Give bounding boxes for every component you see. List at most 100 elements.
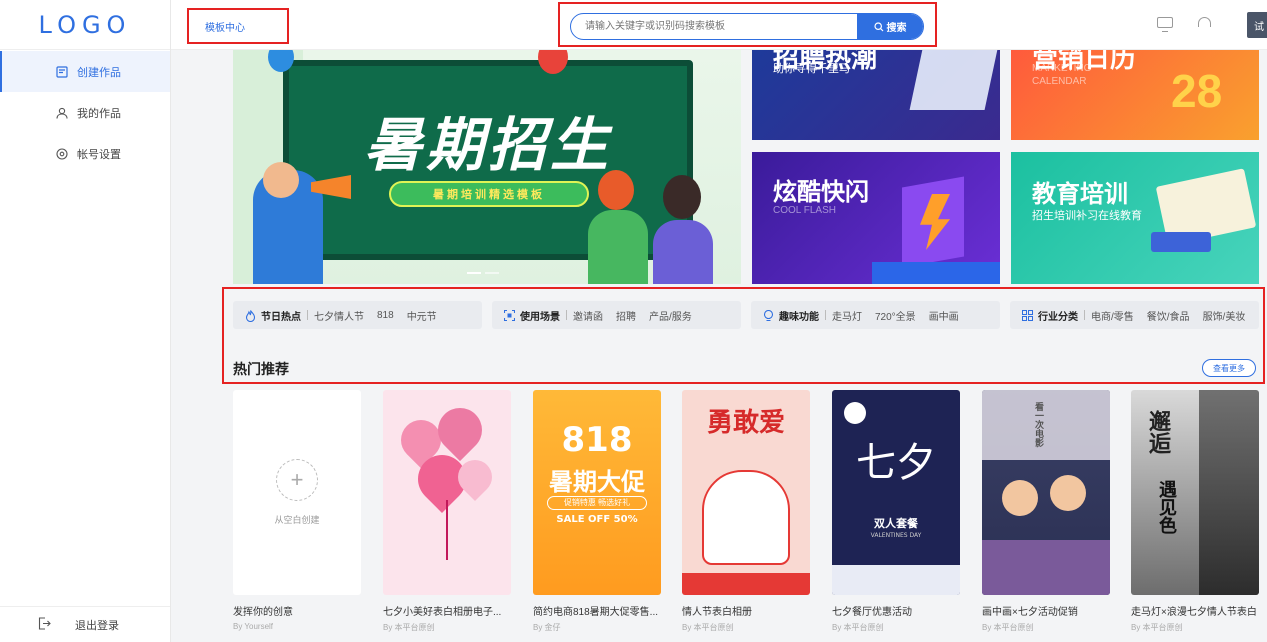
book-stack-icon: [1151, 232, 1211, 252]
trial-label: 试: [1254, 21, 1264, 33]
category-scene[interactable]: 使用场景 邀请函 招聘 产品/服务: [492, 301, 741, 329]
view-more-button[interactable]: 查看更多: [1202, 359, 1256, 377]
logout-button[interactable]: 退出登录: [0, 606, 170, 642]
card-title: 走马灯×浪漫七夕情人节表白: [1131, 607, 1257, 618]
sidebar-item-my-works[interactable]: 我的作品: [0, 92, 170, 133]
thumb-footer: [832, 565, 960, 595]
logo[interactable]: LOGO: [0, 0, 170, 50]
template-card[interactable]: 七夕小美好表白相册电子... By 本平台原创: [383, 390, 511, 633]
category-tag[interactable]: 画中画: [929, 308, 959, 323]
banner-marketing-calendar[interactable]: 营销日历 MARKETING CALENDAR 28: [1011, 50, 1259, 140]
search-icon: [873, 21, 883, 31]
template-thumb[interactable]: 看一次电影: [982, 390, 1110, 595]
floor-decoration: [872, 262, 1000, 284]
card-author: By Yourself: [233, 622, 274, 631]
trial-button[interactable]: 试: [1247, 12, 1267, 38]
search-area: 搜索: [558, 2, 937, 47]
student-head: [663, 175, 701, 219]
person-head: [1002, 480, 1038, 516]
template-thumb[interactable]: [383, 390, 511, 595]
headset-icon[interactable]: [1198, 17, 1211, 27]
laptop-icon: [909, 50, 1000, 110]
category-tag[interactable]: 818: [377, 310, 394, 321]
flame-icon: [245, 309, 256, 322]
banner-summer-enrollment[interactable]: 暑期招生 暑期培训精选模板: [233, 50, 741, 284]
card-title: 发挥你的创意: [233, 607, 293, 618]
thumb-headline: 818: [561, 420, 633, 460]
thumb-headline: 七夕: [856, 440, 936, 486]
stem-decoration: [446, 500, 448, 560]
grid-icon: [1022, 309, 1033, 321]
template-card[interactable]: 七夕 双人套餐 VALENTINES DAY 七夕餐厅优惠活动 By 本平台原创: [832, 390, 960, 633]
carousel-dots[interactable]: [467, 272, 499, 274]
category-tag[interactable]: 服饰/美妆: [1203, 308, 1246, 323]
banner-marketing-subtitle: MARKETING CALENDAR: [1032, 63, 1092, 87]
category-tag[interactable]: 走马灯: [832, 308, 862, 323]
template-card-blank[interactable]: + 从空白创建 发挥你的创意 By Yourself: [233, 390, 361, 631]
student-figure: [588, 210, 648, 284]
card-author: By 本平台原创: [383, 623, 435, 632]
sidebar-item-create[interactable]: 创建作品: [0, 51, 170, 92]
category-name: 节日热点: [261, 311, 301, 323]
category-holiday[interactable]: 节日热点 七夕情人节 818 中元节: [233, 301, 482, 329]
template-card[interactable]: 邂逅 遇见色 走马灯×浪漫七夕情人节表白 By 本平台原创: [1131, 390, 1259, 633]
breadcrumb[interactable]: 模板中心: [187, 8, 289, 44]
card-author: By 本平台原创: [1131, 623, 1183, 632]
create-blank-label: 从空白创建: [274, 515, 320, 525]
category-industry[interactable]: 行业分类 电商/零售 餐饮/食品 服饰/美妆: [1010, 301, 1259, 329]
banner-education-subtitle: 招生培训补习在线教育: [1032, 210, 1142, 222]
banner-recruit-subtitle: 助你寻得千里马: [773, 63, 850, 75]
create-blank-thumb[interactable]: + 从空白创建: [233, 390, 361, 595]
template-thumb[interactable]: 818 暑期大促 促销特惠 畅选好礼 SALE OFF 50%: [533, 390, 661, 595]
category-tag[interactable]: 720°全景: [875, 308, 916, 323]
create-icon: [56, 65, 68, 78]
seats-decoration: [982, 540, 1110, 595]
template-thumb[interactable]: 勇敢爱: [682, 390, 810, 595]
search-bar: 搜索: [570, 13, 924, 40]
banner-recruit[interactable]: 招聘热潮 助你寻得千里马: [752, 50, 1000, 140]
search-button[interactable]: 搜索: [857, 14, 923, 39]
category-tag[interactable]: 产品/服务: [649, 308, 692, 323]
scan-icon: [503, 309, 516, 321]
student-head: [598, 170, 634, 210]
category-tag[interactable]: 餐饮/食品: [1147, 308, 1190, 323]
heart-icon: [428, 398, 492, 462]
thumb-footer: [682, 573, 810, 595]
calendar-number: 28: [1171, 65, 1223, 117]
category-tag[interactable]: 电商/零售: [1091, 308, 1134, 323]
search-input[interactable]: [571, 14, 857, 39]
category-name: 行业分类: [1038, 311, 1078, 323]
sidebar-item-settings[interactable]: 帐号设置: [0, 133, 170, 174]
template-card[interactable]: 818 暑期大促 促销特惠 畅选好礼 SALE OFF 50% 简约电商818暑…: [533, 390, 661, 633]
moon-icon: [844, 402, 866, 424]
template-card[interactable]: 看一次电影 画中画×七夕活动促销 By 本平台原创: [982, 390, 1110, 633]
banner-education[interactable]: 教育培训 招生培训补习在线教育: [1011, 152, 1259, 284]
student-figure: [653, 220, 713, 284]
thumb-subheadline: 遇见色: [1156, 480, 1177, 534]
category-tag[interactable]: 七夕情人节: [314, 308, 364, 323]
category-tag[interactable]: 中元节: [407, 308, 437, 323]
template-card[interactable]: 勇敢爱 情人节表白相册 By 本平台原创: [682, 390, 810, 633]
settings-icon: [56, 147, 68, 160]
card-author: By 本平台原创: [682, 623, 734, 632]
category-name: 趣味功能: [779, 311, 819, 323]
section-title: 热门推荐: [233, 361, 289, 377]
banner-education-title: 教育培训: [1032, 180, 1128, 208]
banner-cool-flash[interactable]: 炫酷快闪 COOL FLASH: [752, 152, 1000, 284]
banner-flash-title: 炫酷快闪: [773, 178, 869, 206]
screen-decoration: [982, 390, 1110, 460]
card-author: By 本平台原创: [982, 623, 1034, 632]
monitor-icon[interactable]: [1157, 17, 1173, 32]
category-tag[interactable]: 邀请函: [573, 308, 603, 323]
template-thumb[interactable]: 邂逅 遇见色: [1131, 390, 1259, 595]
category-fun[interactable]: 趣味功能 走马灯 720°全景 画中画: [751, 301, 1000, 329]
banner-main-subtitle: 暑期培训精选模板: [389, 181, 589, 207]
bulb-icon: [763, 309, 774, 321]
shadow-decoration: [1199, 390, 1259, 595]
template-thumb[interactable]: 七夕 双人套餐 VALENTINES DAY: [832, 390, 960, 595]
category-tag[interactable]: 招聘: [616, 308, 636, 323]
logout-icon: [38, 616, 51, 633]
banner-main-title: 暑期招生: [363, 111, 612, 179]
card-title: 画中画×七夕活动促销: [982, 607, 1078, 618]
user-icon: [56, 107, 68, 119]
